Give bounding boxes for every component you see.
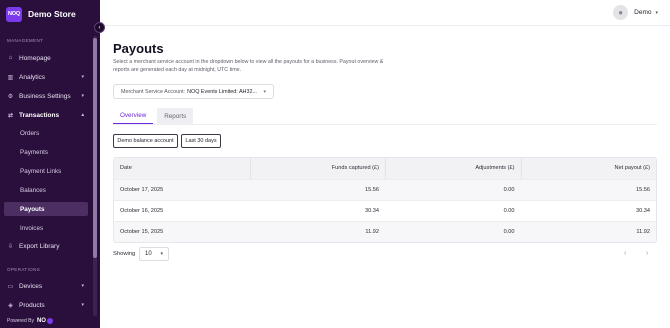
cell-funds-captured: 11.92 [365,229,379,235]
chevron-down-icon: ▾ [81,74,84,80]
collapse-sidebar-button[interactable]: ‹ [94,22,105,33]
avatar: ● [613,5,629,20]
chevron-down-icon: ▾ [81,93,84,99]
tabs-divider [113,124,657,125]
cell-net-payout: 15.56 [636,187,650,193]
scrollbar-thumb[interactable] [93,38,97,258]
gear-icon: ⚙ [7,93,14,100]
cell-date: October 16, 2025 [120,208,164,214]
device-icon: ▭ [7,283,14,290]
page-size-select[interactable]: 10 ▾ [139,247,169,261]
sidebar-item-analytics[interactable]: ▥ Analytics ▾ [4,70,88,84]
previous-page-button[interactable]: ‹ [624,250,626,257]
sidebar-subitem-payment-links[interactable]: Payment Links [4,164,88,178]
cell-funds-captured: 30.34 [365,208,379,214]
cell-net-payout: 11.92 [636,229,650,235]
balance-account-filter-button[interactable]: Demo balance account [113,134,178,148]
cell-adjustments: 0.00 [503,187,515,193]
sidebar-scrollbar[interactable] [93,36,97,316]
sidebar-subitem-invoices[interactable]: Invoices [4,221,88,235]
section-label-management: MANAGEMENT [7,38,44,43]
sidebar-item-label: Business Settings [19,92,71,100]
sidebar-item-label: Transactions [19,111,60,119]
cell-adjustments: 0.00 [503,229,515,235]
chevron-left-icon: ‹ [98,24,101,31]
home-icon: ⌂ [8,55,13,61]
chevron-down-icon: ▾ [81,283,84,289]
powered-by-logo: NO [36,318,46,324]
cell-date: October 17, 2025 [120,187,164,193]
sidebar-subitem-balances[interactable]: Balances [4,183,88,197]
column-header-funds-captured[interactable]: Funds captured (£) [249,158,386,179]
logo-dot-icon [46,318,53,324]
tabs: Overview Reports [113,108,194,124]
table-row[interactable]: October 15, 2025 11.92 0.00 11.92 [114,221,656,242]
select-label: Merchant Service Account: [121,88,186,95]
sidebar-item-devices[interactable]: ▭ Devices ▾ [4,279,88,293]
chevron-down-icon: ▾ [263,88,266,95]
cell-date: October 15, 2025 [120,229,164,235]
sidebar-item-label: Export Library [19,242,60,250]
next-page-button[interactable]: › [646,250,648,257]
section-label-operations: OPERATIONS [7,267,41,272]
sidebar-subitem-orders[interactable]: Orders [4,126,88,140]
sidebar-subitem-payments[interactable]: Payments [4,145,88,159]
user-name: Demo [634,9,652,16]
sidebar-item-label: Homepage [19,54,51,62]
cell-funds-captured: 15.56 [365,187,379,193]
column-header-adjustments[interactable]: Adjustments (£) [385,158,521,179]
table-header: Date Funds captured (£) Adjustments (£) … [114,158,656,179]
brand[interactable]: NOQ Demo Store [6,6,76,22]
user-menu[interactable]: ● Demo ▾ [613,5,658,20]
sidebar-item-label: Devices [19,282,43,290]
showing-label: Showing [113,251,136,257]
payouts-table: Date Funds captured (£) Adjustments (£) … [113,157,657,243]
sidebar-item-homepage[interactable]: ⌂ Homepage [4,51,88,65]
powered-by: Powered By NO [7,318,53,324]
sidebar-subitem-payouts[interactable]: Payouts [4,202,88,216]
column-header-date[interactable]: Date [114,158,250,179]
table-row[interactable]: October 17, 2025 15.56 0.00 15.56 [114,179,656,200]
tab-reports[interactable]: Reports [157,108,194,124]
table-row[interactable]: October 16, 2025 30.34 0.00 30.34 [114,200,656,221]
cell-adjustments: 0.00 [503,208,515,214]
date-range-filter-button[interactable]: Last 30 days [181,134,221,148]
chevron-down-icon: ▾ [81,302,84,308]
tag-icon: ◈ [8,302,13,309]
chevron-left-icon: ‹ [624,250,627,257]
top-bar: ● Demo ▾ [100,0,670,26]
sidebar-item-transactions[interactable]: ⇄ Transactions ▴ [4,108,88,122]
brand-logo: NOQ [6,6,22,22]
chevron-right-icon: › [646,250,649,257]
download-icon: ⇩ [7,243,14,250]
tab-overview[interactable]: Overview [113,108,154,124]
arrows-icon: ⇄ [7,112,14,119]
sidebar-item-products[interactable]: ◈ Products ▾ [4,298,88,312]
page-description: Select a merchant service account in the… [113,59,384,73]
cell-net-payout: 30.34 [636,208,650,214]
chevron-down-icon: ▾ [160,251,163,257]
powered-by-label: Powered By [7,318,34,324]
page-size-value: 10 [145,251,152,257]
user-icon: ● [618,8,624,17]
sidebar-item-label: Products [19,301,45,309]
column-header-net-payout[interactable]: Net payout (£) [520,158,657,179]
chevron-up-icon: ▴ [81,112,84,118]
page-title: Payouts [113,41,164,56]
select-value: NOQ Events Limited: AH32... [187,88,257,95]
chart-icon: ▥ [7,74,14,81]
chevron-down-icon: ▾ [655,9,658,16]
merchant-account-select[interactable]: Merchant Service Account: NOQ Events Lim… [113,84,274,99]
sidebar-item-business-settings[interactable]: ⚙ Business Settings ▾ [4,89,88,103]
sidebar-item-label: Analytics [19,73,46,81]
sidebar-item-export-library[interactable]: ⇩ Export Library [4,239,88,253]
store-name: Demo Store [28,9,76,19]
sidebar: NOQ Demo Store MANAGEMENT ⌂ Homepage ▥ A… [0,0,100,328]
